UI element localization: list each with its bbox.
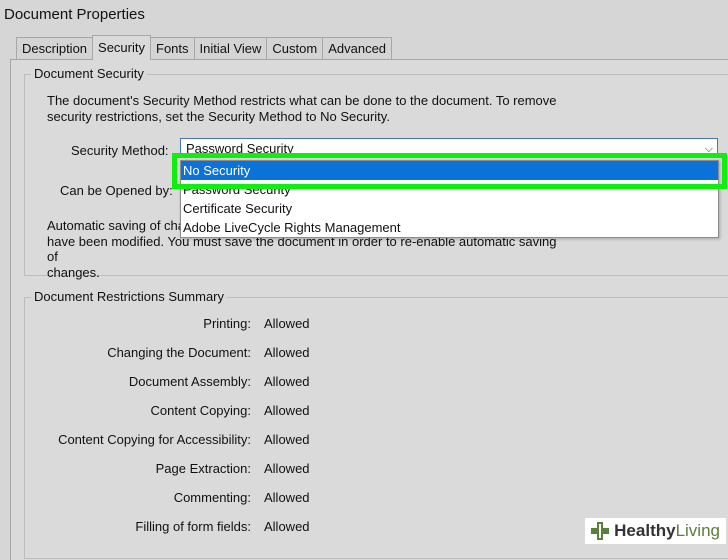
- healthy-living-logo-icon: [591, 522, 610, 540]
- document-security-title: Document Security: [31, 66, 147, 81]
- security-method-dropdown: No Security Password Security Certificat…: [180, 160, 719, 238]
- tab-fonts[interactable]: Fonts: [150, 37, 195, 60]
- restriction-value-accessibility: Allowed: [264, 432, 310, 447]
- security-method-select[interactable]: Password Security ⌵: [180, 138, 718, 158]
- restrictions-title: Document Restrictions Summary: [31, 289, 227, 304]
- restriction-label-copying: Content Copying:: [150, 403, 251, 418]
- tab-custom[interactable]: Custom: [266, 37, 324, 60]
- restriction-value-printing: Allowed: [264, 316, 310, 331]
- window-title: Document Properties: [4, 6, 145, 23]
- tab-bar: Description Security Fonts Initial View …: [16, 35, 393, 60]
- tab-initial-view[interactable]: Initial View: [193, 37, 268, 60]
- restriction-value-commenting: Allowed: [264, 490, 310, 505]
- autosave-line-2: have been modified. You must save the do…: [47, 233, 557, 265]
- chevron-down-icon[interactable]: ⌵: [705, 139, 713, 159]
- tab-security[interactable]: Security: [92, 35, 151, 60]
- security-description: The document's Security Method restricts…: [47, 93, 557, 124]
- option-certificate-security[interactable]: Certificate Security: [181, 199, 718, 218]
- security-method-label: Security Method:: [71, 143, 169, 158]
- restriction-value-copying: Allowed: [264, 403, 310, 418]
- restriction-label-commenting: Commenting:: [173, 490, 251, 505]
- restriction-value-changing: Allowed: [264, 345, 310, 360]
- opened-by-label: Can be Opened by:: [60, 183, 173, 198]
- restriction-value-extraction: Allowed: [264, 461, 310, 476]
- restriction-value-assembly: Allowed: [264, 374, 310, 389]
- tab-description[interactable]: Description: [16, 37, 94, 60]
- healthy-living-watermark: Healthy Living: [585, 518, 726, 544]
- security-method-value: Password Security: [186, 141, 294, 156]
- restriction-label-extraction: Page Extraction:: [155, 461, 251, 476]
- watermark-part1: Healthy: [614, 521, 676, 540]
- restriction-value-form-fields: Allowed: [264, 519, 310, 534]
- tab-advanced[interactable]: Advanced: [322, 37, 393, 60]
- autosave-line-3: changes.: [47, 264, 100, 280]
- restriction-label-form-fields: Filling of form fields:: [135, 519, 251, 534]
- restriction-label-changing: Changing the Document:: [107, 345, 251, 360]
- restriction-label-accessibility: Content Copying for Accessibility:: [58, 432, 251, 447]
- watermark-part2: Living: [675, 521, 720, 540]
- option-adobe-livecycle[interactable]: Adobe LiveCycle Rights Management: [181, 218, 718, 237]
- restriction-label-printing: Printing:: [203, 316, 251, 331]
- option-no-security[interactable]: No Security: [181, 161, 718, 180]
- option-password-security[interactable]: Password Security: [181, 180, 718, 199]
- restriction-label-assembly: Document Assembly:: [128, 374, 251, 389]
